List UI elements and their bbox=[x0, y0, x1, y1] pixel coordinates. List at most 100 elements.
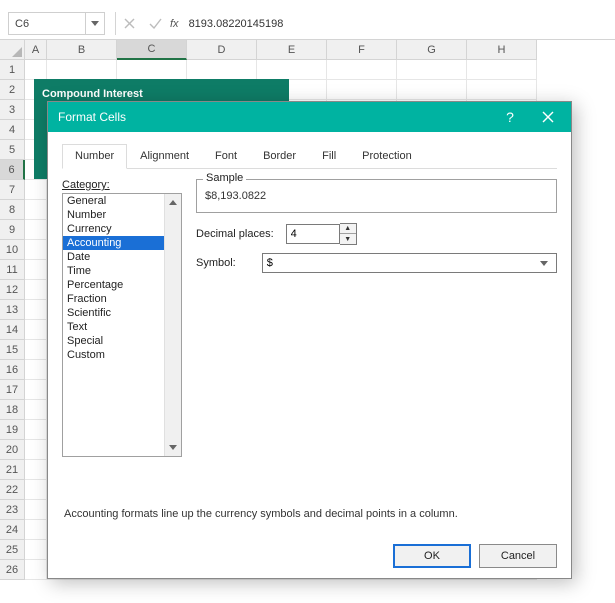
ok-button[interactable]: OK bbox=[393, 544, 471, 568]
scroll-up-icon[interactable] bbox=[165, 194, 182, 211]
cell-H1[interactable] bbox=[467, 60, 537, 80]
symbol-label: Symbol: bbox=[196, 257, 236, 269]
cell-E1[interactable] bbox=[257, 60, 327, 80]
listbox-scrollbar[interactable] bbox=[164, 194, 181, 456]
cell-H2[interactable] bbox=[467, 80, 537, 100]
row-header-12[interactable]: 12 bbox=[0, 280, 25, 300]
dialog-tabs: NumberAlignmentFontBorderFillProtection bbox=[62, 144, 557, 169]
cell-A26[interactable] bbox=[25, 560, 47, 580]
col-header-G[interactable]: G bbox=[397, 40, 467, 60]
formula-bar: fx 8193.08220145198 bbox=[0, 0, 615, 40]
dialog-titlebar[interactable]: Format Cells ? bbox=[48, 102, 571, 132]
col-header-F[interactable]: F bbox=[327, 40, 397, 60]
row-header-2[interactable]: 2 bbox=[0, 80, 25, 100]
row-header-24[interactable]: 24 bbox=[0, 520, 25, 540]
cell-B1[interactable] bbox=[47, 60, 117, 80]
tab-alignment[interactable]: Alignment bbox=[127, 144, 202, 168]
row-header-18[interactable]: 18 bbox=[0, 400, 25, 420]
cell-G1[interactable] bbox=[397, 60, 467, 80]
close-icon bbox=[542, 111, 554, 123]
row-header-22[interactable]: 22 bbox=[0, 480, 25, 500]
close-button[interactable] bbox=[529, 102, 567, 132]
col-header-D[interactable]: D bbox=[187, 40, 257, 60]
cell-A22[interactable] bbox=[25, 480, 47, 500]
sample-label: Sample bbox=[203, 172, 246, 184]
fx-icon[interactable]: fx bbox=[170, 18, 179, 30]
cell-A25[interactable] bbox=[25, 540, 47, 560]
cell-A17[interactable] bbox=[25, 380, 47, 400]
row-header-13[interactable]: 13 bbox=[0, 300, 25, 320]
sample-box: Sample $8,193.0822 bbox=[196, 179, 557, 213]
cell-D1[interactable] bbox=[187, 60, 257, 80]
row-header-3[interactable]: 3 bbox=[0, 100, 25, 120]
row-header-11[interactable]: 11 bbox=[0, 260, 25, 280]
cell-A15[interactable] bbox=[25, 340, 47, 360]
symbol-select[interactable]: $ bbox=[262, 253, 557, 273]
cell-A9[interactable] bbox=[25, 220, 47, 240]
name-box-dropdown[interactable] bbox=[86, 12, 105, 35]
row-header-23[interactable]: 23 bbox=[0, 500, 25, 520]
tab-border[interactable]: Border bbox=[250, 144, 309, 168]
cell-F2[interactable] bbox=[327, 80, 397, 100]
select-all-corner[interactable] bbox=[0, 40, 25, 60]
row-header-5[interactable]: 5 bbox=[0, 140, 25, 160]
cell-A18[interactable] bbox=[25, 400, 47, 420]
tab-protection[interactable]: Protection bbox=[349, 144, 425, 168]
cell-A8[interactable] bbox=[25, 200, 47, 220]
cell-A13[interactable] bbox=[25, 300, 47, 320]
row-header-16[interactable]: 16 bbox=[0, 360, 25, 380]
sheet-banner-side bbox=[34, 109, 47, 179]
cell-A1[interactable] bbox=[25, 60, 47, 80]
cell-A14[interactable] bbox=[25, 320, 47, 340]
row-header-14[interactable]: 14 bbox=[0, 320, 25, 340]
row-header-9[interactable]: 9 bbox=[0, 220, 25, 240]
row-header-21[interactable]: 21 bbox=[0, 460, 25, 480]
cell-A16[interactable] bbox=[25, 360, 47, 380]
col-header-A[interactable]: A bbox=[25, 40, 47, 60]
cell-A7[interactable] bbox=[25, 180, 47, 200]
row-header-4[interactable]: 4 bbox=[0, 120, 25, 140]
row-header-25[interactable]: 25 bbox=[0, 540, 25, 560]
cell-A20[interactable] bbox=[25, 440, 47, 460]
decimal-places-input[interactable] bbox=[286, 224, 340, 244]
name-box[interactable] bbox=[8, 12, 86, 35]
row-header-10[interactable]: 10 bbox=[0, 240, 25, 260]
tab-font[interactable]: Font bbox=[202, 144, 250, 168]
cell-A23[interactable] bbox=[25, 500, 47, 520]
category-listbox[interactable]: GeneralNumberCurrencyAccountingDateTimeP… bbox=[62, 193, 182, 457]
col-header-H[interactable]: H bbox=[467, 40, 537, 60]
row-header-8[interactable]: 8 bbox=[0, 200, 25, 220]
col-header-C[interactable]: C bbox=[117, 40, 187, 60]
row-header-15[interactable]: 15 bbox=[0, 340, 25, 360]
tab-number[interactable]: Number bbox=[62, 144, 127, 169]
row-header-26[interactable]: 26 bbox=[0, 560, 25, 580]
row-header-6[interactable]: 6 bbox=[0, 160, 25, 180]
cell-A24[interactable] bbox=[25, 520, 47, 540]
cell-F1[interactable] bbox=[327, 60, 397, 80]
row-header-19[interactable]: 19 bbox=[0, 420, 25, 440]
cell-A11[interactable] bbox=[25, 260, 47, 280]
cell-C1[interactable] bbox=[117, 60, 187, 80]
cell-G2[interactable] bbox=[397, 80, 467, 100]
cancel-button[interactable]: Cancel bbox=[479, 544, 557, 568]
cell-A10[interactable] bbox=[25, 240, 47, 260]
spin-down-icon[interactable]: ▼ bbox=[340, 234, 356, 244]
cell-A12[interactable] bbox=[25, 280, 47, 300]
cell-A21[interactable] bbox=[25, 460, 47, 480]
formula-value[interactable]: 8193.08220145198 bbox=[189, 18, 284, 30]
help-button[interactable]: ? bbox=[491, 102, 529, 132]
dialog-title: Format Cells bbox=[58, 110, 491, 124]
row-header-7[interactable]: 7 bbox=[0, 180, 25, 200]
decimal-spinner[interactable]: ▲ ▼ bbox=[340, 223, 357, 245]
row-header-1[interactable]: 1 bbox=[0, 60, 25, 80]
column-headers: ABCDEFGH bbox=[0, 40, 615, 60]
scroll-down-icon[interactable] bbox=[165, 439, 182, 456]
spin-up-icon[interactable]: ▲ bbox=[340, 224, 356, 234]
row-header-20[interactable]: 20 bbox=[0, 440, 25, 460]
row-header-17[interactable]: 17 bbox=[0, 380, 25, 400]
col-header-B[interactable]: B bbox=[47, 40, 117, 60]
col-header-E[interactable]: E bbox=[257, 40, 327, 60]
cell-A19[interactable] bbox=[25, 420, 47, 440]
tab-fill[interactable]: Fill bbox=[309, 144, 349, 168]
category-label: Category: bbox=[62, 179, 182, 191]
